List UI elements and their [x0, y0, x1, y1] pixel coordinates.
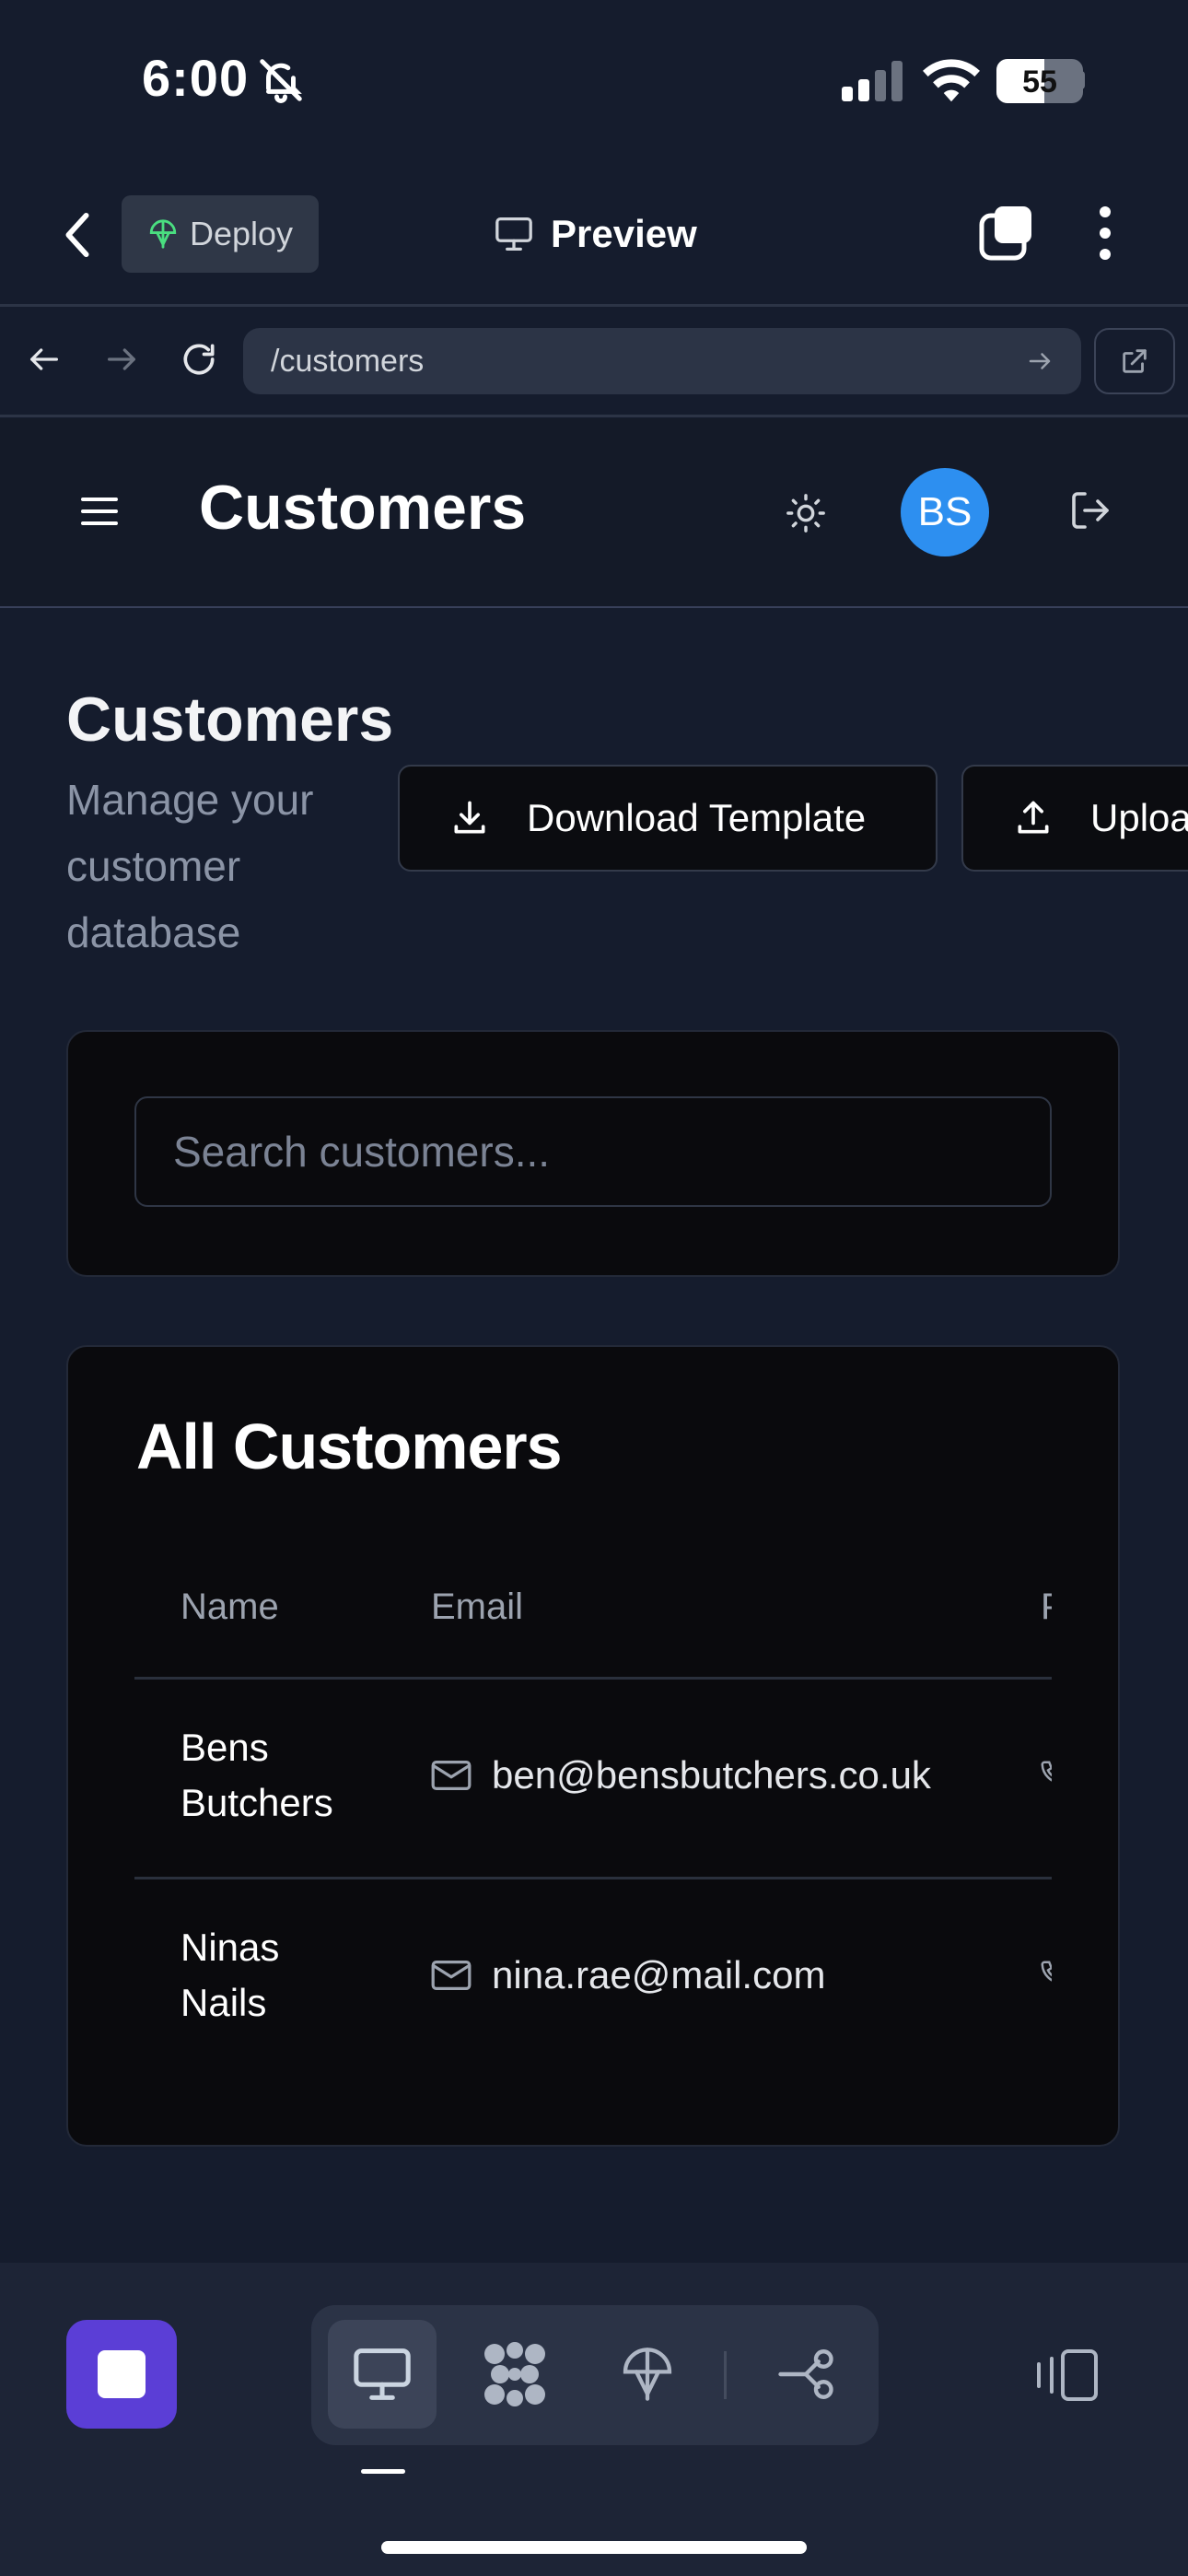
reload-button[interactable]: [179, 339, 219, 380]
customer-name: Ninas Nails: [181, 1920, 279, 2031]
arrow-right-icon: [108, 348, 135, 370]
column-header-email: Email: [431, 1587, 524, 1627]
active-indicator: [361, 2469, 405, 2474]
phone-icon: [1041, 1961, 1052, 1982]
menu-button[interactable]: [81, 496, 118, 527]
page-subtitle: Manage your customer database: [66, 776, 314, 956]
avatar[interactable]: BS: [901, 468, 989, 556]
column-header-phone: P: [1041, 1587, 1052, 1628]
customer-name-line: Bens: [181, 1726, 269, 1769]
upload-button[interactable]: Uploa: [961, 765, 1188, 872]
tabs-button[interactable]: [978, 205, 1035, 262]
download-template-label: Download Template: [527, 796, 867, 839]
top-divider: [0, 304, 1188, 307]
battery-percent: 55: [1022, 64, 1057, 100]
customer-name-line: Butchers: [181, 1781, 333, 1824]
go-arrow-icon: [1029, 353, 1051, 369]
agents-view-button[interactable]: [460, 2320, 569, 2429]
header-title: Customers: [199, 473, 527, 543]
deploy-button[interactable]: Deploy: [122, 195, 319, 273]
wifi-icon: [923, 57, 980, 103]
upload-icon: [1018, 801, 1049, 834]
chevron-left-icon: [65, 212, 89, 258]
status-time: 6:00: [142, 49, 250, 107]
customer-name: Bens Butchers: [181, 1720, 333, 1831]
external-link-icon: [1123, 349, 1147, 373]
monitor-icon: [495, 217, 532, 251]
back-button[interactable]: [52, 203, 103, 267]
customer-email: ben@bensbutchers.co.uk: [431, 1753, 931, 1797]
nav-forward-button[interactable]: [103, 341, 140, 378]
deploy-view-button[interactable]: [593, 2320, 702, 2429]
hamburger-icon: [81, 498, 118, 525]
more-vertical-icon: [1100, 206, 1111, 260]
monitor-icon: [354, 2348, 411, 2400]
download-template-button[interactable]: Download Template: [398, 765, 938, 872]
tabs-icon: [979, 206, 1031, 261]
customer-email-text: nina.rae@mail.com: [492, 1953, 826, 1996]
stop-icon: [98, 2350, 146, 2398]
arrow-left-icon: [30, 348, 58, 370]
upload-label: Uploa: [1090, 796, 1188, 839]
deploy-label: Deploy: [189, 215, 294, 252]
customer-name-line: Ninas: [181, 1926, 280, 1969]
preview-view-button[interactable]: [328, 2320, 437, 2429]
nav-back-button[interactable]: [26, 341, 63, 378]
battery-indicator: 55: [996, 59, 1083, 103]
sun-icon: [786, 494, 825, 533]
panel-toggle-icon: [1037, 2349, 1098, 2401]
workflow-view-button[interactable]: [751, 2320, 860, 2429]
table-row[interactable]: Ninas Nails nina.rae@mail.com: [134, 1879, 1052, 2064]
customer-email-text: ben@bensbutchers.co.uk: [492, 1753, 931, 1797]
url-divider: [0, 415, 1188, 417]
bell-muted-icon: [256, 55, 306, 105]
home-indicator: [381, 2541, 807, 2554]
column-header-name: Name: [181, 1587, 279, 1627]
preview-label: Preview: [551, 212, 697, 255]
page-header: [0, 418, 1188, 608]
battery-tip: [1079, 71, 1085, 89]
url-bar[interactable]: /customers: [243, 328, 1081, 394]
customer-name-line: Nails: [181, 1981, 267, 2024]
url-text: /customers: [271, 343, 425, 379]
cluster-icon: [484, 2342, 545, 2406]
deploy-icon: [623, 2348, 672, 2401]
more-options-button[interactable]: [1090, 205, 1120, 262]
customer-email: nina.rae@mail.com: [431, 1953, 825, 1997]
deploy-icon: [149, 219, 177, 249]
mail-icon: [431, 1960, 472, 1991]
cellular-signal-icon: [842, 61, 903, 101]
customers-table: Name Email P Bens Butchers ben@bensbutch…: [134, 1566, 1052, 2064]
switcher-divider: [724, 2351, 727, 2399]
panel-toggle-button[interactable]: [1033, 2348, 1100, 2403]
mail-icon: [431, 1760, 472, 1791]
page-title: Customers: [66, 685, 394, 755]
workflow-icon: [778, 2349, 833, 2399]
open-external-button[interactable]: [1094, 328, 1175, 394]
customers-title: All Customers: [136, 1411, 563, 1482]
phone-icon: [1041, 1761, 1052, 1782]
stop-button[interactable]: [66, 2320, 177, 2429]
logout-icon: [1072, 492, 1109, 529]
table-row[interactable]: Bens Butchers ben@bensbutchers.co.uk: [134, 1680, 1052, 1877]
theme-toggle-button[interactable]: [785, 492, 827, 534]
logout-button[interactable]: [1068, 488, 1112, 533]
download-icon: [454, 801, 485, 834]
search-input[interactable]: Search customers...: [134, 1096, 1052, 1207]
preview-title: Preview: [494, 206, 697, 262]
reload-icon: [183, 344, 215, 375]
